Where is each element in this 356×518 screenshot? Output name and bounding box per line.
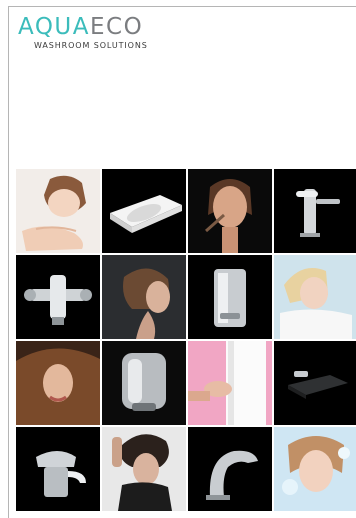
woman-flowing-hair-photo xyxy=(16,341,100,425)
woman-with-towel-photo xyxy=(274,255,356,339)
product-gallery xyxy=(16,169,356,518)
brand-logo[interactable]: AQUAECO WASHROOM SOLUTIONS xyxy=(18,14,218,54)
woman-hair-profile-photo xyxy=(102,255,186,339)
gallery-tile-hands-towel[interactable] xyxy=(188,341,272,425)
hands-towel-photo xyxy=(188,341,272,425)
gallery-tile-lever-tap[interactable] xyxy=(274,169,356,253)
woman-washing-face-photo xyxy=(16,169,100,253)
mixer-tap-photo xyxy=(16,427,100,511)
thermostatic-valve-photo xyxy=(16,255,100,339)
brand-tagline: WASHROOM SOLUTIONS xyxy=(34,41,148,50)
gallery-tile-sensor-tap[interactable] xyxy=(188,427,272,511)
gallery-tile-water-splash[interactable] xyxy=(274,427,356,511)
gallery-tile-mixer-tap[interactable] xyxy=(16,427,100,511)
gallery-tile-washbasin[interactable] xyxy=(102,169,186,253)
gallery-tile-face-wash[interactable] xyxy=(16,169,100,253)
gallery-tile-hand-dryer[interactable] xyxy=(102,341,186,425)
gallery-tile-styled-hair[interactable] xyxy=(102,427,186,511)
gallery-tile-towel[interactable] xyxy=(274,255,356,339)
woman-applying-makeup-photo xyxy=(188,169,272,253)
brand-wordmark: AQUAECO xyxy=(18,14,218,40)
gallery-tile-shower-seat[interactable] xyxy=(274,341,356,425)
woman-styled-hair-photo xyxy=(102,427,186,511)
woman-water-splash-photo xyxy=(274,427,356,511)
hand-dryer-photo xyxy=(102,341,186,425)
shower-seat-photo xyxy=(274,341,356,425)
washbasin-photo xyxy=(102,169,186,253)
gallery-tile-soap-dispenser[interactable] xyxy=(188,255,272,339)
brand-name-aqua: AQUA xyxy=(18,14,91,40)
sensor-tap-photo xyxy=(188,427,272,511)
gallery-tile-flowing-hair[interactable] xyxy=(16,341,100,425)
lever-tap-photo xyxy=(274,169,356,253)
gallery-tile-makeup[interactable] xyxy=(188,169,272,253)
gallery-tile-valve[interactable] xyxy=(16,255,100,339)
gallery-tile-hair-profile[interactable] xyxy=(102,255,186,339)
soap-dispenser-photo xyxy=(188,255,272,339)
brand-name-eco: ECO xyxy=(90,14,144,40)
